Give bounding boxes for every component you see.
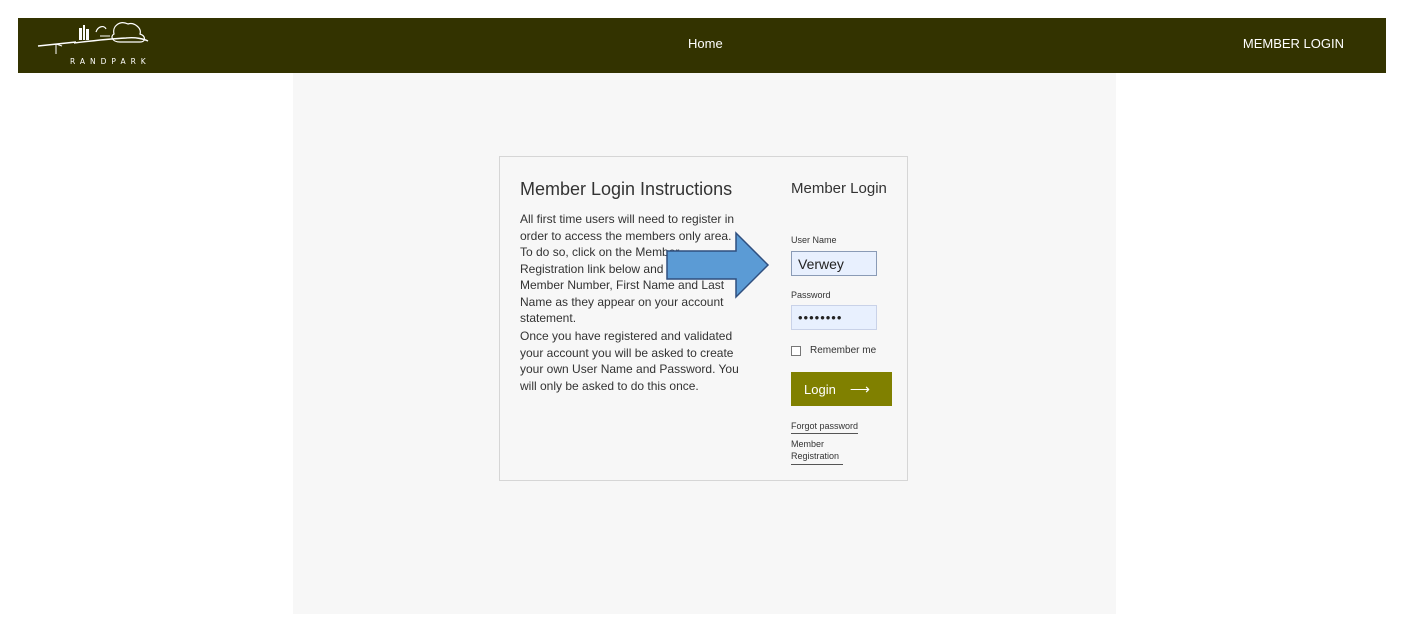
remember-me-label: Remember me xyxy=(810,345,877,356)
username-label: User Name xyxy=(791,235,837,245)
instructions-title: Member Login Instructions xyxy=(520,179,733,199)
top-navigation-bar: RANDPARK Home MEMBER LOGIN xyxy=(18,18,1386,73)
login-button[interactable]: Login ⟶ xyxy=(791,372,892,406)
blue-arrow-icon xyxy=(666,231,770,299)
login-button-label: Login xyxy=(804,381,836,397)
right-arrow-icon: ⟶ xyxy=(849,380,870,397)
nav-home-link[interactable]: Home xyxy=(688,36,723,51)
randpark-logo[interactable]: RANDPARK xyxy=(36,20,161,70)
nav-member-login-link[interactable]: MEMBER LOGIN xyxy=(1243,36,1344,51)
login-card: Member Login Instructions All first time… xyxy=(499,156,908,481)
remember-me-checkbox[interactable] xyxy=(791,345,801,356)
logo-landscape-icon xyxy=(37,22,149,54)
remember-me-row[interactable]: Remember me xyxy=(791,345,876,356)
member-registration-link[interactable]: Member Registration xyxy=(791,438,843,465)
password-input[interactable] xyxy=(791,305,877,330)
password-label: Password xyxy=(791,290,831,300)
username-input[interactable] xyxy=(791,251,877,276)
forgot-password-link[interactable]: Forgot password xyxy=(791,421,859,434)
instructions-paragraph-2: Once you have registered and validated y… xyxy=(520,329,739,393)
member-login-title: Member Login xyxy=(791,180,887,197)
logo-wordmark: RANDPARK xyxy=(70,57,151,66)
